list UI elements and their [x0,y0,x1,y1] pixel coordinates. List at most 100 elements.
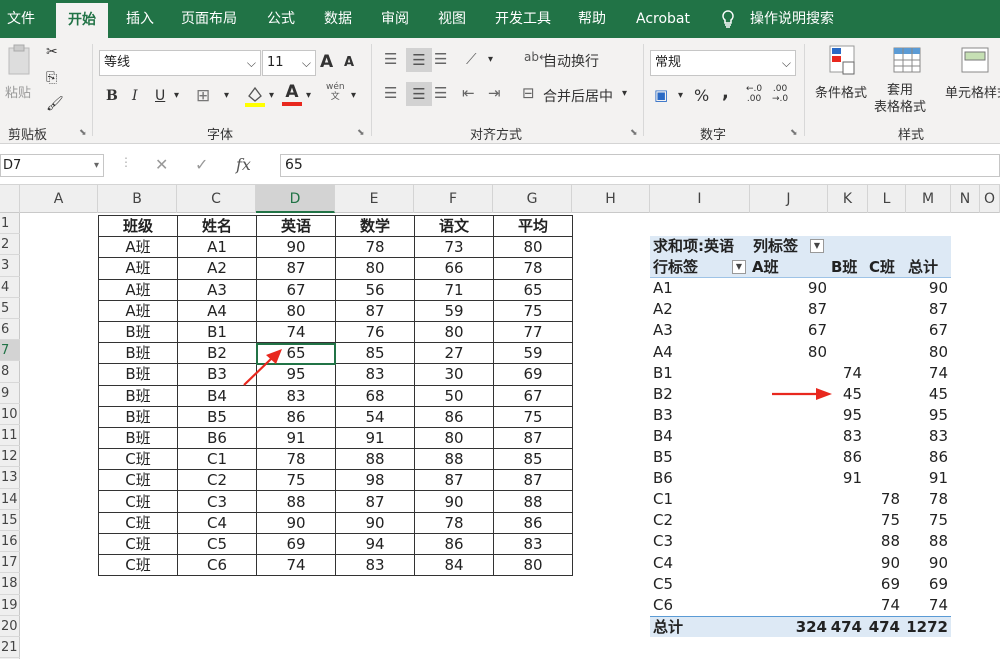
row-header-3[interactable]: 3 [0,255,20,277]
table-cell[interactable]: C班 [98,532,178,556]
chevron-down-icon[interactable]: ▾ [224,90,229,101]
grow-font-button[interactable]: A [320,52,333,72]
pivot-row-labels[interactable]: 行标签 [653,257,698,278]
table-cell[interactable]: B班 [98,320,178,344]
row-header-2[interactable]: 2 [0,234,20,256]
table-cell[interactable]: 83 [335,363,415,386]
tab-help[interactable]: 帮助 [578,0,606,38]
paste-icon[interactable] [5,44,35,82]
pivot-value-cell[interactable]: 87 [808,299,827,320]
font-size-select[interactable]: 11 ⌵ [262,50,316,76]
pivot-value-cell[interactable]: 474 [831,617,862,638]
table-cell[interactable]: C班 [98,469,178,492]
table-cell[interactable]: A4 [177,299,257,322]
table-cell[interactable]: 87 [256,257,336,280]
accounting-format-icon[interactable]: ▣ [654,86,668,104]
copy-icon[interactable]: ⎘ [46,70,57,86]
pivot-col-total[interactable]: 总计 [908,257,938,278]
table-cell[interactable]: B班 [98,426,178,450]
table-cell[interactable]: 90 [256,511,336,534]
table-cell[interactable]: 59 [414,299,494,322]
pivot-col-a[interactable]: A班 [752,257,779,278]
pivot-value-cell[interactable]: 75 [929,510,948,531]
increase-decimal-button[interactable]: ←.0 .00 [746,84,762,104]
italic-button[interactable]: I [132,88,138,104]
column-header-e[interactable]: E [335,185,414,213]
pivot-row-label[interactable]: C1 [653,489,673,510]
table-cell[interactable]: 83 [335,553,415,577]
table-cell[interactable]: 88 [414,448,494,471]
table-cell[interactable]: 91 [335,426,415,450]
table-cell[interactable]: 59 [493,342,573,365]
chevron-down-icon[interactable]: ▾ [174,90,179,101]
table-cell[interactable]: 87 [335,490,415,513]
table-cell[interactable]: 87 [414,469,494,492]
pivot-value-cell[interactable]: 69 [929,574,948,595]
table-cell[interactable]: 68 [335,384,415,407]
table-cell[interactable]: 78 [256,448,336,471]
row-header-1[interactable]: 1 [0,213,20,235]
chevron-down-icon[interactable]: ▾ [94,155,99,176]
table-cell[interactable]: A班 [98,278,178,301]
pivot-value-cell[interactable]: 74 [929,363,948,384]
table-cell[interactable]: 74 [256,553,336,577]
table-cell[interactable]: 88 [256,490,336,513]
row-header-13[interactable]: 13 [0,467,20,489]
table-cell[interactable]: 90 [256,236,336,259]
table-cell[interactable]: B班 [98,384,178,407]
pivot-row-label[interactable]: A4 [653,342,673,363]
table-cell[interactable]: 78 [493,257,573,280]
format-painter-icon[interactable]: 🖌 [46,96,64,112]
column-header-j[interactable]: J [750,185,828,213]
conditional-format-icon[interactable] [828,44,858,82]
pivot-value-cell[interactable]: 45 [843,384,862,405]
table-cell[interactable]: 80 [493,236,573,259]
table-cell[interactable]: 91 [256,426,336,450]
header-math[interactable]: 数学 [335,214,415,238]
pivot-row-label[interactable]: C4 [653,553,673,574]
pivot-value-cell[interactable]: 91 [929,468,948,489]
pivot-value-cell[interactable]: 90 [929,278,948,299]
table-cell[interactable]: 86 [414,405,494,428]
table-cell[interactable]: 75 [493,405,573,428]
column-header-b[interactable]: B [98,185,177,213]
pivot-row-label[interactable]: A1 [653,278,673,299]
table-cell[interactable]: 27 [414,342,494,365]
pivot-value-cell[interactable]: 74 [881,595,900,616]
pivot-row-label[interactable]: C6 [653,595,673,616]
header-class[interactable]: 班级 [98,214,178,238]
increase-indent-icon[interactable]: ⇥ [488,84,501,102]
table-cell[interactable]: 80 [493,553,573,577]
pivot-row-label[interactable]: B6 [653,468,673,489]
pivot-row-label[interactable]: B1 [653,363,673,384]
pivot-value-cell[interactable]: 90 [881,553,900,574]
column-header-k[interactable]: K [828,185,868,213]
column-header-c[interactable]: C [177,185,256,213]
column-header-f[interactable]: F [414,185,493,213]
table-cell[interactable]: A3 [177,278,257,301]
table-cell[interactable]: A班 [98,236,178,259]
row-header-11[interactable]: 11 [0,425,20,447]
pivot-value-cell[interactable]: 80 [929,342,948,363]
chevron-down-icon[interactable]: ▾ [351,90,356,101]
column-header-i[interactable]: I [650,185,750,213]
table-cell[interactable]: 87 [335,299,415,322]
pivot-column-labels[interactable]: 列标签 [753,236,798,257]
pivot-value-field[interactable]: 求和项:英语 [653,236,734,257]
table-cell[interactable]: C班 [98,511,178,534]
header-chinese[interactable]: 语文 [414,214,494,238]
table-cell[interactable]: A班 [98,257,178,280]
table-cell[interactable]: B6 [177,426,257,450]
bold-button[interactable]: B [106,88,118,104]
chevron-down-icon[interactable]: ▾ [488,54,493,65]
percent-button[interactable]: % [694,86,709,105]
pivot-value-cell[interactable]: 95 [843,405,862,426]
pivot-value-cell[interactable]: 86 [843,447,862,468]
row-header-12[interactable]: 12 [0,446,20,468]
pivot-value-cell[interactable]: 87 [929,299,948,320]
table-cell[interactable]: 90 [414,490,494,513]
row-header-5[interactable]: 5 [0,298,20,319]
table-cell[interactable]: 86 [493,511,573,534]
fill-color-icon[interactable] [244,84,266,112]
cancel-entry-icon[interactable]: ✕ [155,155,168,174]
